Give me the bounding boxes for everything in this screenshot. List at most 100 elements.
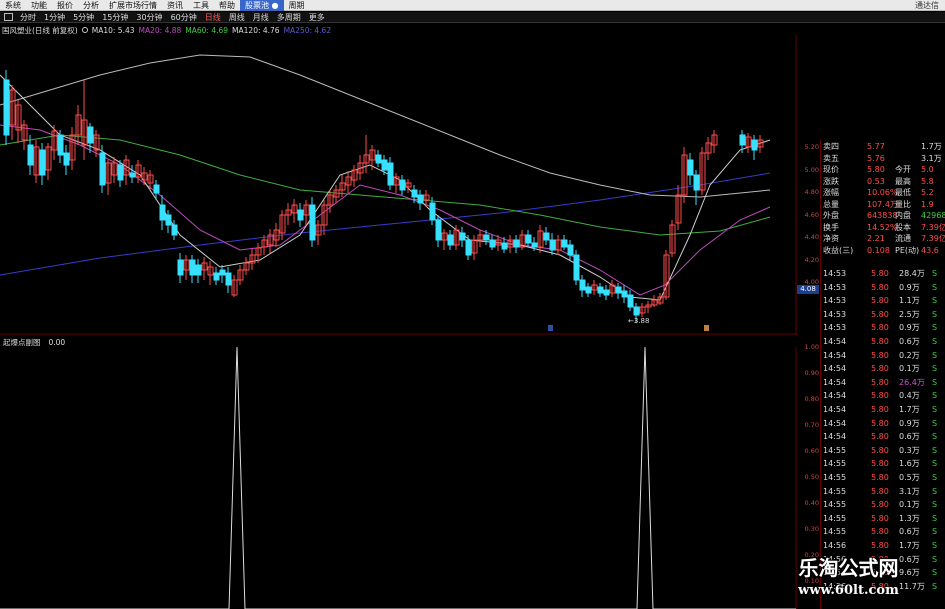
indicator-axis-label: 0.50 <box>804 473 819 481</box>
quote-value: 5.76 <box>867 153 885 163</box>
tick-row: 14:55 5.80 3.1万 S <box>821 486 945 498</box>
quote-row: 涨跌 0.53 最高 5.8 <box>821 176 945 188</box>
indicator-axis-label: 0.80 <box>804 395 819 403</box>
menu-item-2[interactable]: 报价 <box>52 0 78 11</box>
candle-body <box>39 149 46 176</box>
tick-price: 5.80 <box>871 364 889 374</box>
candle-body <box>531 242 538 248</box>
tick-row: 14:54 5.80 0.9万 S <box>821 418 945 430</box>
app-name: 通达信 <box>915 0 939 10</box>
period-tab-0[interactable]: 分时 <box>16 12 40 23</box>
candle-body <box>739 134 746 146</box>
tick-time: 14:54 <box>823 432 847 442</box>
quote-key: 卖四 <box>823 142 839 151</box>
tick-price: 5.80 <box>871 350 889 360</box>
candle-body <box>165 214 172 226</box>
quote-value2: 5.8 <box>921 176 934 186</box>
candle-body <box>447 234 454 246</box>
price-axis-label: 4.80 <box>804 188 819 196</box>
candle-body <box>603 289 610 296</box>
candle-body <box>3 79 10 136</box>
quote-key2: 今开 <box>895 165 911 174</box>
menu-item-3[interactable]: 分析 <box>78 0 104 11</box>
quote-key: 卖五 <box>823 153 839 163</box>
candle-body <box>297 209 304 221</box>
quote-key: 收益(三) <box>823 245 854 255</box>
tick-price: 5.80 <box>871 282 889 292</box>
tick-row: 14:53 5.80 1.1万 S <box>821 295 945 307</box>
candlestick-chart[interactable]: ←3.88 <box>0 35 797 335</box>
menu-item-4[interactable]: 扩展市场行情 <box>104 0 162 11</box>
ma-legend-item: MA120: 4.76 <box>232 25 280 35</box>
period-tab-4[interactable]: 30分钟 <box>132 12 166 23</box>
ma60-line <box>0 134 771 236</box>
period-tab-9[interactable]: 多周期 <box>273 12 305 23</box>
menu-item-0[interactable]: 系统 <box>0 0 26 11</box>
quote-value: 0.108 <box>867 245 890 255</box>
quote-row: 现价 5.80 今开 5.0 <box>821 164 945 176</box>
candle-body <box>751 139 758 151</box>
period-tab-3[interactable]: 15分钟 <box>98 12 132 23</box>
tick-volume: 3.1万 <box>899 486 920 496</box>
candle-body <box>375 154 382 164</box>
quote-value: 2.21 <box>867 234 885 243</box>
ma-legend-item: MA250: 4.62 <box>283 25 332 35</box>
quote-key: 总量 <box>823 199 839 209</box>
quote-value: 5.80 <box>867 165 885 174</box>
tick-side: S <box>932 391 938 401</box>
signal-line <box>0 347 796 609</box>
period-tab-1[interactable]: 1分钟 <box>40 12 69 23</box>
ma250-line <box>0 172 771 276</box>
period-tab-5[interactable]: 60分钟 <box>167 12 201 23</box>
tick-side: S <box>932 350 938 360</box>
price-axis-label: 4.40 <box>804 233 819 241</box>
quote-value2: 7.39亿 <box>921 234 945 243</box>
candle-body <box>189 259 196 276</box>
event-marker[interactable] <box>548 325 553 331</box>
tick-time: 14:55 <box>823 445 847 455</box>
quote-value: 107.4万 <box>867 199 898 209</box>
period-tab-8[interactable]: 月线 <box>249 12 273 23</box>
candle-body <box>543 232 550 241</box>
quote-key2: 最高 <box>895 176 911 186</box>
period-tab-10[interactable]: 更多 <box>305 12 329 23</box>
menu-item-9[interactable]: 周期 <box>284 0 310 11</box>
tick-side: S <box>932 323 938 333</box>
menu-item-8[interactable]: 股票池 ● <box>240 0 284 11</box>
tick-price: 5.80 <box>871 296 889 306</box>
candle-body <box>585 286 592 294</box>
tick-volume: 0.6万 <box>899 432 920 442</box>
candle-body <box>213 272 220 281</box>
period-tab-2[interactable]: 5分钟 <box>69 12 98 23</box>
tick-time: 14:55 <box>823 527 847 537</box>
low-price-marker: ←3.88 <box>628 317 649 325</box>
period-tab-6[interactable]: 日线 <box>201 12 225 23</box>
event-marker[interactable] <box>704 325 709 331</box>
tick-price: 5.80 <box>871 405 889 414</box>
quote-value2: 42968 <box>921 211 945 220</box>
quote-value: 5.77 <box>867 142 885 151</box>
quote-value: 14.52% <box>867 222 898 232</box>
quote-key: 外盘 <box>823 211 839 220</box>
legend-settings-icon[interactable] <box>81 27 88 33</box>
tick-time: 14:54 <box>823 391 847 401</box>
quote-row: 净资 2.21 流通 7.39亿 <box>821 233 945 245</box>
indicator-chart[interactable] <box>0 347 797 609</box>
candle-body <box>597 286 604 294</box>
candle-body <box>177 259 184 276</box>
tick-side: S <box>932 282 938 292</box>
period-tab-7[interactable]: 周线 <box>225 12 249 23</box>
tick-volume: 0.9万 <box>899 323 920 333</box>
tick-volume: 1.1万 <box>899 296 920 306</box>
ma-items: MA10: 5.43 MA20: 4.88 MA60: 4.69 MA120: 4.7… <box>92 26 331 35</box>
candle-body <box>525 234 532 244</box>
menu-item-6[interactable]: 工具 <box>188 0 214 11</box>
window-icon[interactable] <box>4 13 13 21</box>
menu-item-5[interactable]: 资讯 <box>162 0 188 11</box>
tick-time: 14:53 <box>823 296 847 306</box>
menu-item-7[interactable]: 帮助 <box>214 0 240 11</box>
tick-price: 5.80 <box>871 309 889 319</box>
menu-item-1[interactable]: 功能 <box>26 0 52 11</box>
indicator-value: 0.00 <box>48 338 66 347</box>
watermark: 乐淘公式网 www.60lt.com <box>752 555 945 609</box>
